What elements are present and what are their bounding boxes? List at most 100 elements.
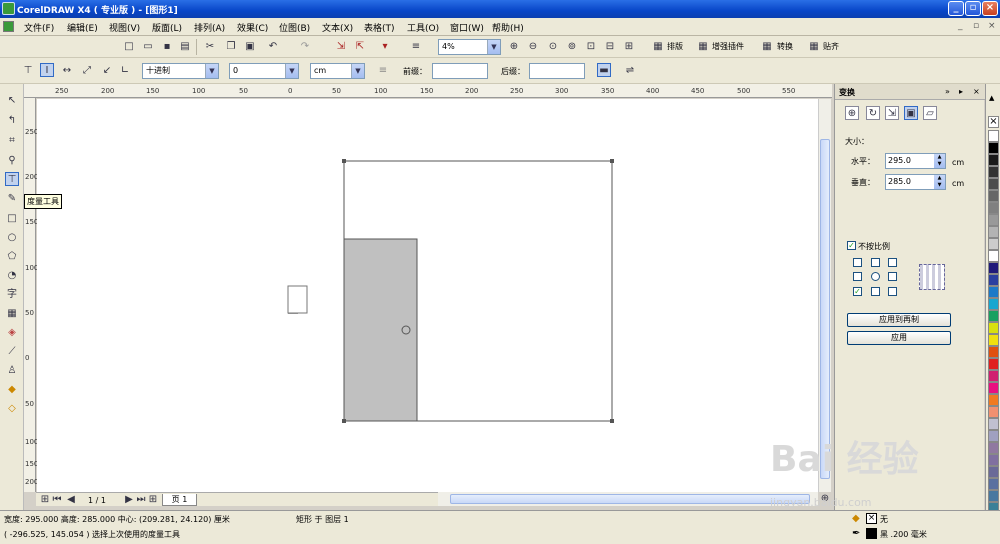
shape-tool-icon[interactable]: ↰ — [5, 114, 19, 128]
enhance-button[interactable]: 增强插件 — [712, 41, 744, 52]
crop-tool-icon[interactable]: ⌗ — [5, 134, 19, 148]
anchor-checkbox[interactable] — [853, 258, 862, 267]
scale-tab-icon[interactable]: ⇲ — [885, 106, 899, 120]
color-swatch[interactable] — [988, 142, 999, 154]
color-swatch[interactable] — [988, 190, 999, 202]
menu-effects[interactable]: 效果(C) — [237, 21, 268, 34]
horizontal-scrollbar[interactable] — [438, 492, 818, 506]
prev-page-icon[interactable]: ◀ — [64, 493, 78, 507]
drawing-canvas[interactable] — [37, 99, 818, 492]
unit-combo[interactable]: cm ▼ — [310, 63, 365, 79]
anchor-checkbox[interactable] — [888, 272, 897, 281]
close-button[interactable]: × — [982, 1, 998, 16]
color-swatch[interactable] — [988, 418, 999, 430]
zoom-selected-icon[interactable]: ⊙ — [546, 40, 560, 54]
undo-icon[interactable]: ↶ — [266, 40, 280, 54]
skew-tab-icon[interactable]: ▱ — [923, 106, 937, 120]
first-page-icon[interactable]: ⏮ — [50, 493, 64, 507]
color-swatch[interactable] — [988, 178, 999, 190]
pick-tool-icon[interactable]: ↖ — [5, 94, 19, 108]
anchor-checkbox[interactable] — [853, 272, 862, 281]
color-swatch[interactable] — [988, 286, 999, 298]
zoom-out-icon[interactable]: ⊖ — [526, 40, 540, 54]
save-icon[interactable]: ▪ — [160, 40, 174, 54]
precision-combo[interactable]: 0 ▼ — [229, 63, 299, 79]
anchor-checkbox[interactable] — [871, 287, 880, 296]
color-swatch[interactable] — [988, 166, 999, 178]
menu-help[interactable]: 帮助(H) — [492, 21, 524, 34]
color-swatch[interactable] — [988, 442, 999, 454]
outline-tool-icon[interactable]: ♙ — [5, 364, 19, 378]
selection-handle[interactable] — [342, 419, 346, 423]
docker-close-icon[interactable]: × — [973, 87, 980, 96]
interactive-fill-icon[interactable]: ◇ — [5, 402, 19, 416]
smart-fill-icon[interactable]: ✎ — [5, 192, 19, 206]
launcher-icon[interactable]: ▾ — [378, 40, 392, 54]
horizontal-dimension-icon[interactable]: ↔ — [60, 64, 74, 78]
table-tool-icon[interactable]: ▦ — [5, 307, 19, 321]
angular-dimension-icon[interactable]: ∟ — [118, 64, 132, 78]
anchor-checkbox[interactable] — [871, 258, 880, 267]
zoom-all-icon[interactable]: ⊚ — [565, 40, 579, 54]
zoom-combo[interactable]: 4% ▼ — [438, 39, 501, 55]
color-swatch[interactable] — [988, 346, 999, 358]
menu-window[interactable]: 窗口(W) — [450, 21, 484, 34]
palette-scroll-up-icon[interactable]: ▲ — [989, 94, 994, 102]
dimension-tool-icon[interactable]: ⊤ — [5, 172, 19, 186]
selection-handle[interactable] — [610, 159, 614, 163]
suffix-input[interactable] — [529, 63, 585, 79]
apply-duplicate-button[interactable]: 应用到再制 — [847, 313, 951, 327]
color-swatch[interactable] — [988, 130, 999, 142]
color-swatch[interactable] — [988, 466, 999, 478]
color-swatch[interactable] — [988, 430, 999, 442]
color-swatch[interactable] — [988, 334, 999, 346]
anchor-checkbox[interactable] — [888, 258, 897, 267]
interactive-tool-icon[interactable]: ◈ — [5, 326, 19, 340]
menu-tools[interactable]: 工具(O) — [407, 21, 439, 34]
selection-handle[interactable] — [342, 159, 346, 163]
color-swatch[interactable] — [988, 478, 999, 490]
zoom-height-icon[interactable]: ⊞ — [622, 40, 636, 54]
color-swatch[interactable] — [988, 394, 999, 406]
copy-icon[interactable]: ❐ — [224, 40, 238, 54]
color-swatch[interactable] — [988, 382, 999, 394]
welcome-icon[interactable]: ≡ — [409, 40, 423, 54]
show-units-icon[interactable]: ≡ — [376, 64, 390, 78]
color-swatch[interactable] — [988, 490, 999, 502]
position-tab-icon[interactable]: ⊕ — [845, 106, 859, 120]
eyedropper-icon[interactable]: ⟋ — [5, 345, 19, 359]
no-color-swatch[interactable]: × — [988, 116, 999, 128]
color-swatch[interactable] — [988, 250, 999, 262]
color-swatch[interactable] — [988, 322, 999, 334]
text-tool-icon[interactable]: 字 — [5, 288, 19, 302]
color-swatch[interactable] — [988, 238, 999, 250]
slanted-dimension-icon[interactable]: ⤢ — [80, 64, 94, 78]
redo-icon[interactable]: ↷ — [298, 40, 312, 54]
color-swatch[interactable] — [988, 358, 999, 370]
prefix-input[interactable] — [432, 63, 488, 79]
maximize-button[interactable]: ▫ — [965, 1, 981, 16]
inner-rectangle[interactable] — [343, 238, 418, 422]
color-swatch[interactable] — [988, 274, 999, 286]
snap-button[interactable]: 贴齐 — [823, 41, 839, 52]
fill-tool-icon[interactable]: ◆ — [5, 383, 19, 397]
anchor-radio[interactable] — [871, 272, 880, 281]
selection-handle[interactable] — [610, 419, 614, 423]
text-position-icon[interactable]: ⇌ — [623, 64, 637, 78]
color-swatch[interactable] — [988, 214, 999, 226]
paste-icon[interactable]: ▣ — [243, 40, 257, 54]
page-tab[interactable]: 页 1 — [162, 494, 197, 506]
menu-bitmaps[interactable]: 位图(B) — [279, 21, 310, 34]
color-swatch[interactable] — [988, 202, 999, 214]
import-icon[interactable]: ⇲ — [334, 40, 348, 54]
export-icon[interactable]: ⇱ — [353, 40, 367, 54]
menu-table[interactable]: 表格(T) — [364, 21, 395, 34]
nonproportional-checkbox[interactable]: ✓ — [847, 241, 856, 250]
cut-icon[interactable]: ✂ — [203, 40, 217, 54]
color-swatch[interactable] — [988, 262, 999, 274]
expand-icon[interactable]: » — [945, 87, 950, 96]
menu-arrange[interactable]: 排列(A) — [194, 21, 225, 34]
doc-restore-icon[interactable]: ▫ — [973, 21, 979, 31]
layout-button[interactable]: 排版 — [667, 41, 683, 52]
no-fill-swatch[interactable]: × — [866, 513, 877, 524]
